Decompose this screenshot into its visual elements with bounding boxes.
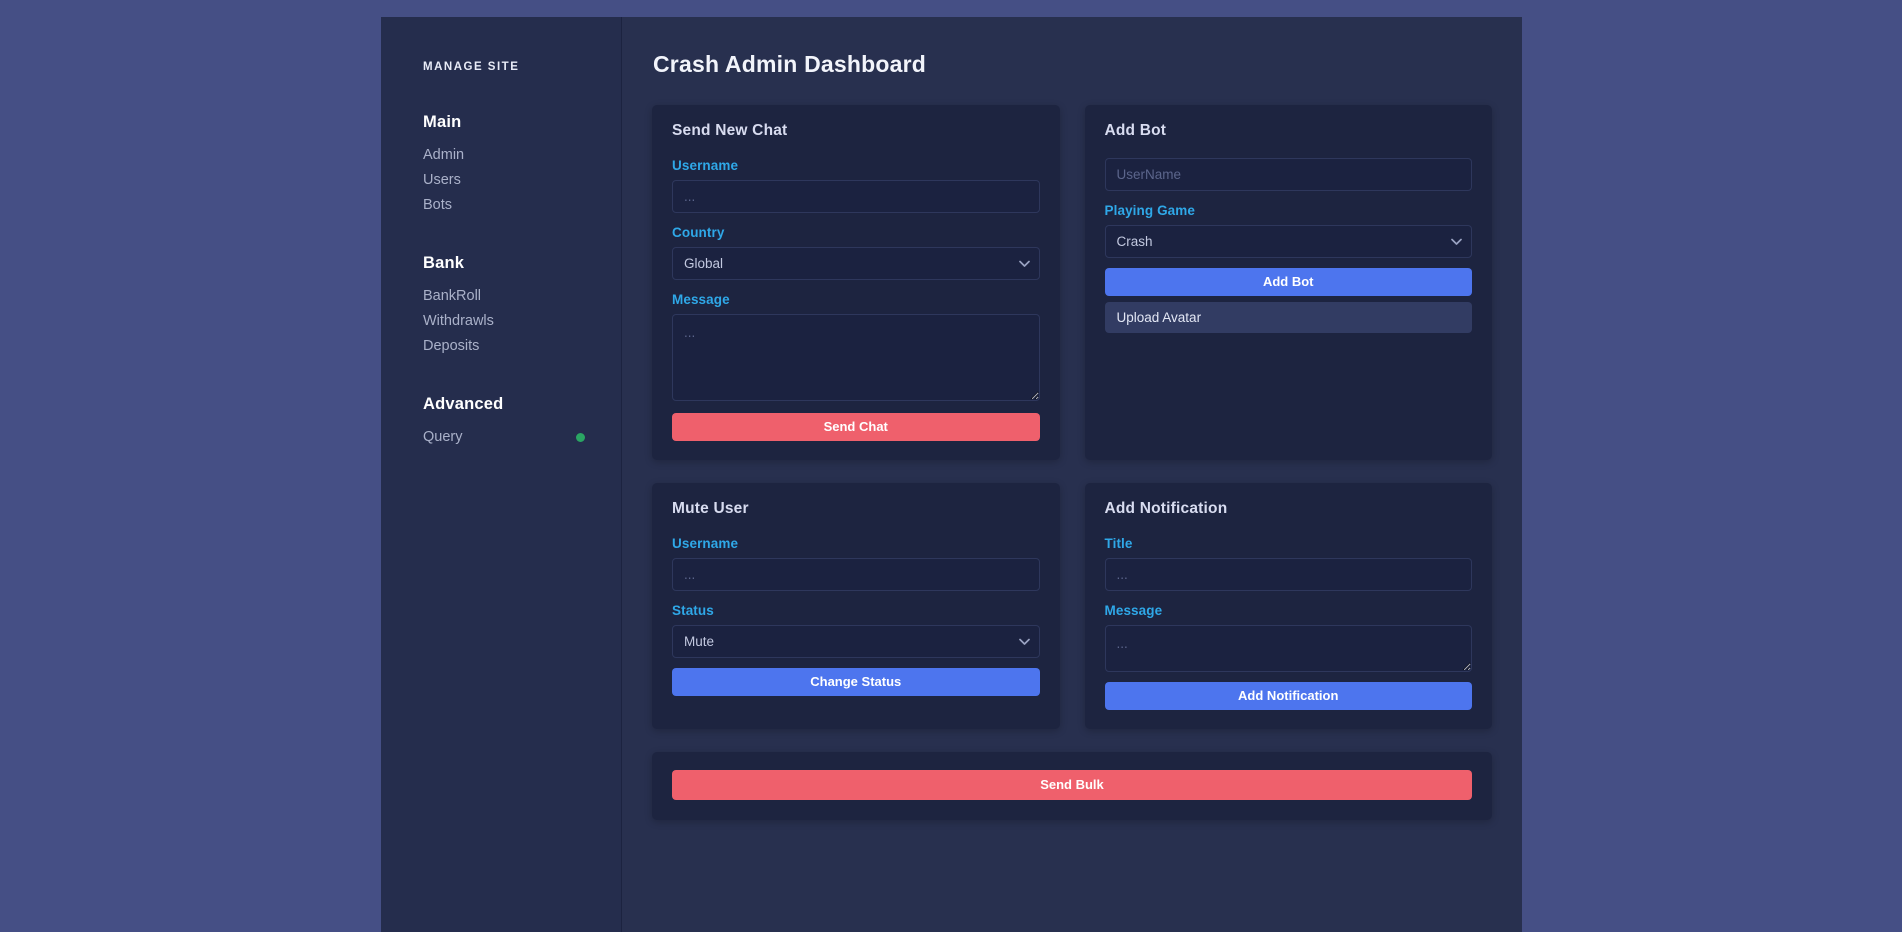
send-chat-button[interactable]: Send Chat: [672, 413, 1040, 441]
message-label: Message: [1105, 603, 1473, 618]
sidebar-item-label: BankRoll: [423, 284, 585, 309]
nav-heading-main: Main: [423, 113, 621, 132]
chat-username-input[interactable]: [672, 180, 1040, 213]
cards-grid: Send New Chat Username Country Global Me…: [644, 105, 1492, 820]
sidebar: MANAGE SITE Main Admin Users Bots Bank B…: [381, 17, 622, 932]
add-notification-button[interactable]: Add Notification: [1105, 682, 1473, 710]
sidebar-item-label: Query: [423, 425, 576, 450]
sidebar-item-withdrawls[interactable]: Withdrawls: [423, 309, 621, 334]
country-select[interactable]: Global: [672, 247, 1040, 280]
sidebar-item-query[interactable]: Query: [423, 425, 621, 450]
send-bulk-button[interactable]: Send Bulk: [672, 770, 1472, 800]
playing-game-select-wrap: Crash: [1105, 225, 1473, 258]
country-label: Country: [672, 225, 1040, 240]
username-label: Username: [672, 536, 1040, 551]
status-select-wrap: Mute: [672, 625, 1040, 658]
change-status-button[interactable]: Change Status: [672, 668, 1040, 696]
add-bot-button[interactable]: Add Bot: [1105, 268, 1473, 296]
sidebar-item-bankroll[interactable]: BankRoll: [423, 284, 621, 309]
status-label: Status: [672, 603, 1040, 618]
main-content: Crash Admin Dashboard Send New Chat User…: [622, 17, 1522, 932]
page-title: Crash Admin Dashboard: [653, 51, 1492, 78]
sidebar-item-bots[interactable]: Bots: [423, 193, 621, 218]
notification-message-textarea[interactable]: [1105, 625, 1473, 672]
notification-title-input[interactable]: [1105, 558, 1473, 591]
sidebar-item-label: Withdrawls: [423, 309, 585, 334]
sidebar-item-admin[interactable]: Admin: [423, 143, 621, 168]
nav-heading-advanced: Advanced: [423, 395, 621, 414]
upload-avatar-button[interactable]: Upload Avatar: [1105, 302, 1473, 333]
sidebar-item-label: Admin: [423, 143, 585, 168]
card-add-notification: Add Notification Title Message Add Notif…: [1085, 483, 1493, 729]
playing-game-label: Playing Game: [1105, 203, 1473, 218]
card-mute-user: Mute User Username Status Mute Change St…: [652, 483, 1060, 729]
sidebar-item-label: Bots: [423, 193, 585, 218]
nav-group-main: Main Admin Users Bots: [423, 113, 621, 218]
title-label: Title: [1105, 536, 1473, 551]
status-select[interactable]: Mute: [672, 625, 1040, 658]
sidebar-item-deposits[interactable]: Deposits: [423, 334, 621, 359]
brand-title: MANAGE SITE: [423, 61, 621, 73]
nav-group-bank: Bank BankRoll Withdrawls Deposits: [423, 254, 621, 359]
status-online-dot-icon: [576, 433, 585, 442]
card-send-new-chat: Send New Chat Username Country Global Me…: [652, 105, 1060, 460]
card-title: Mute User: [672, 500, 1040, 518]
card-title: Send New Chat: [672, 122, 1040, 140]
nav-heading-bank: Bank: [423, 254, 621, 273]
nav-group-advanced: Advanced Query: [423, 395, 621, 450]
admin-dashboard-window: MANAGE SITE Main Admin Users Bots Bank B…: [381, 17, 1522, 932]
card-send-bulk: Send Bulk: [652, 752, 1492, 820]
country-select-wrap: Global: [672, 247, 1040, 280]
mute-username-input[interactable]: [672, 558, 1040, 591]
chat-message-textarea[interactable]: [672, 314, 1040, 401]
sidebar-item-label: Deposits: [423, 334, 585, 359]
card-add-bot: Add Bot Playing Game Crash Add Bot Uploa…: [1085, 105, 1493, 460]
message-label: Message: [672, 292, 1040, 307]
playing-game-select[interactable]: Crash: [1105, 225, 1473, 258]
sidebar-item-label: Users: [423, 168, 585, 193]
card-title: Add Bot: [1105, 122, 1473, 140]
sidebar-item-users[interactable]: Users: [423, 168, 621, 193]
username-label: Username: [672, 158, 1040, 173]
card-title: Add Notification: [1105, 500, 1473, 518]
bot-username-input[interactable]: [1105, 158, 1473, 191]
